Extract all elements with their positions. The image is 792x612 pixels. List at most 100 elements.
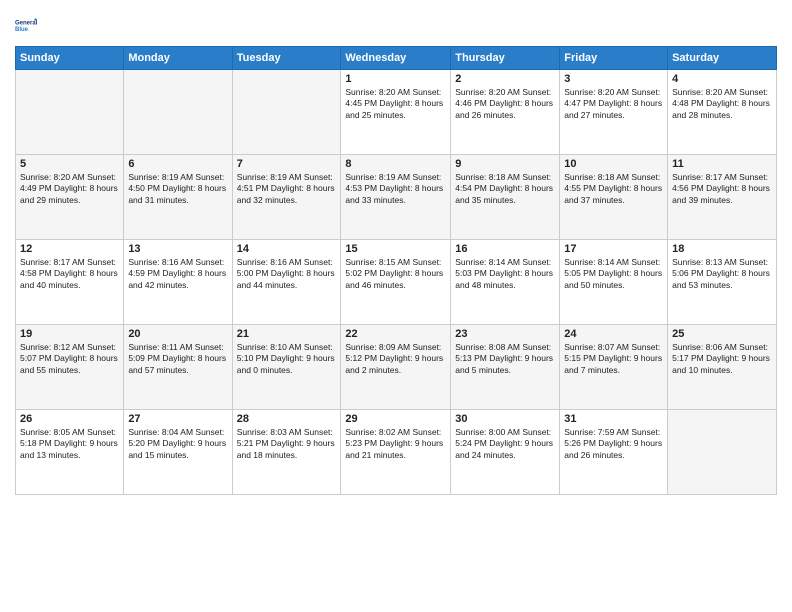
calendar-cell: 10 Sunrise: 8:18 AM Sunset: 4:55 PM Dayli… (560, 155, 668, 240)
day-info: Sunrise: 8:20 AM Sunset: 4:49 PM Dayligh… (20, 172, 119, 206)
day-number: 13 (128, 243, 227, 255)
day-number: 24 (564, 328, 663, 340)
calendar-cell: 8Sunrise: 8:19 AM Sunset: 4:53 PM Daylig… (341, 155, 451, 240)
day-number: 4 (672, 73, 772, 85)
day-number: 20 (128, 328, 227, 340)
calendar-cell: 21Sunrise: 8:10 AM Sunset: 5:10 PM Dayli… (232, 325, 341, 410)
calendar-cell: 20 Sunrise: 8:11 AM Sunset: 5:09 PM Dayli… (124, 325, 232, 410)
weekday-header: Thursday (451, 47, 560, 70)
calendar-cell: 7 Sunrise: 8:19 AM Sunset: 4:51 PM Daylig… (232, 155, 341, 240)
weekday-header: Tuesday (232, 47, 341, 70)
calendar-cell: 18Sunrise: 8:13 AM Sunset: 5:06 PM Dayli… (668, 240, 777, 325)
weekday-header: Friday (560, 47, 668, 70)
weekday-header: Monday (124, 47, 232, 70)
calendar-cell: 2 Sunrise: 8:20 AM Sunset: 4:46 PM Daylig… (451, 70, 560, 155)
calendar-cell: 9Sunrise: 8:18 AM Sunset: 4:54 PM Daylig… (451, 155, 560, 240)
calendar-cell (16, 70, 124, 155)
day-info: Sunrise: 8:19 AM Sunset: 4:50 PM Dayligh… (128, 172, 227, 206)
day-number: 19 (20, 328, 119, 340)
weekday-header: Sunday (16, 47, 124, 70)
day-number: 30 (455, 413, 555, 425)
day-info: Sunrise: 8:10 AM Sunset: 5:10 PM Dayligh… (237, 342, 337, 376)
day-info: Sunrise: 8:14 AM Sunset: 5:03 PM Dayligh… (455, 257, 555, 291)
day-number: 12 (20, 243, 119, 255)
calendar-cell: 25 Sunrise: 8:06 AM Sunset: 5:17 PM Dayli… (668, 325, 777, 410)
day-number: 3 (564, 73, 663, 85)
day-number: 26 (20, 413, 119, 425)
calendar-week-row: 26 Sunrise: 8:05 AM Sunset: 5:18 PM Dayli… (16, 410, 777, 495)
logo-icon: GeneralBlue (15, 10, 45, 40)
day-number: 25 (672, 328, 772, 340)
day-info: Sunrise: 8:11 AM Sunset: 5:09 PM Dayligh… (128, 342, 227, 376)
calendar-week-row: 5 Sunrise: 8:20 AM Sunset: 4:49 PM Daylig… (16, 155, 777, 240)
day-info: Sunrise: 8:09 AM Sunset: 5:12 PM Dayligh… (345, 342, 446, 376)
day-number: 31 (564, 413, 663, 425)
day-number: 17 (564, 243, 663, 255)
day-number: 10 (564, 158, 663, 170)
day-number: 7 (237, 158, 337, 170)
day-info: Sunrise: 8:18 AM Sunset: 4:54 PM Dayligh… (455, 172, 555, 206)
day-info: Sunrise: 8:02 AM Sunset: 5:23 PM Dayligh… (345, 427, 446, 461)
calendar-cell: 31 Sunrise: 7:59 AM Sunset: 5:26 PM Dayli… (560, 410, 668, 495)
calendar-cell: 28 Sunrise: 8:03 AM Sunset: 5:21 PM Dayli… (232, 410, 341, 495)
day-number: 6 (128, 158, 227, 170)
day-info: Sunrise: 8:00 AM Sunset: 5:24 PM Dayligh… (455, 427, 555, 461)
day-info: Sunrise: 8:18 AM Sunset: 4:55 PM Dayligh… (564, 172, 663, 206)
day-number: 22 (345, 328, 446, 340)
day-info: Sunrise: 7:59 AM Sunset: 5:26 PM Dayligh… (564, 427, 663, 461)
day-number: 15 (345, 243, 446, 255)
weekday-header: Wednesday (341, 47, 451, 70)
day-info: Sunrise: 8:12 AM Sunset: 5:07 PM Dayligh… (20, 342, 119, 376)
calendar-cell: 30 Sunrise: 8:00 AM Sunset: 5:24 PM Dayli… (451, 410, 560, 495)
day-number: 5 (20, 158, 119, 170)
calendar-cell: 26 Sunrise: 8:05 AM Sunset: 5:18 PM Dayli… (16, 410, 124, 495)
calendar-cell: 13 Sunrise: 8:16 AM Sunset: 4:59 PM Dayli… (124, 240, 232, 325)
calendar-cell: 14Sunrise: 8:16 AM Sunset: 5:00 PM Dayli… (232, 240, 341, 325)
day-info: Sunrise: 8:07 AM Sunset: 5:15 PM Dayligh… (564, 342, 663, 376)
day-number: 1 (345, 73, 446, 85)
calendar-cell: 19 Sunrise: 8:12 AM Sunset: 5:07 PM Dayli… (16, 325, 124, 410)
calendar-header-row: SundayMondayTuesdayWednesdayThursdayFrid… (16, 47, 777, 70)
day-number: 8 (345, 158, 446, 170)
day-number: 2 (455, 73, 555, 85)
calendar-cell: 17Sunrise: 8:14 AM Sunset: 5:05 PM Dayli… (560, 240, 668, 325)
day-info: Sunrise: 8:03 AM Sunset: 5:21 PM Dayligh… (237, 427, 337, 461)
svg-text:General: General (15, 20, 38, 26)
calendar-cell: 3Sunrise: 8:20 AM Sunset: 4:47 PM Daylig… (560, 70, 668, 155)
day-info: Sunrise: 8:06 AM Sunset: 5:17 PM Dayligh… (672, 342, 772, 376)
day-info: Sunrise: 8:05 AM Sunset: 5:18 PM Dayligh… (20, 427, 119, 461)
day-number: 27 (128, 413, 227, 425)
calendar-cell (124, 70, 232, 155)
day-number: 16 (455, 243, 555, 255)
day-info: Sunrise: 8:20 AM Sunset: 4:46 PM Dayligh… (455, 87, 555, 121)
calendar-cell: 24 Sunrise: 8:07 AM Sunset: 5:15 PM Dayli… (560, 325, 668, 410)
day-info: Sunrise: 8:20 AM Sunset: 4:48 PM Dayligh… (672, 87, 772, 121)
calendar-week-row: 12Sunrise: 8:17 AM Sunset: 4:58 PM Dayli… (16, 240, 777, 325)
calendar-cell (232, 70, 341, 155)
logo: GeneralBlue (15, 10, 45, 40)
day-number: 11 (672, 158, 772, 170)
calendar-cell: 15 Sunrise: 8:15 AM Sunset: 5:02 PM Dayli… (341, 240, 451, 325)
calendar-cell: 11Sunrise: 8:17 AM Sunset: 4:56 PM Dayli… (668, 155, 777, 240)
calendar-cell: 27Sunrise: 8:04 AM Sunset: 5:20 PM Dayli… (124, 410, 232, 495)
day-number: 29 (345, 413, 446, 425)
day-info: Sunrise: 8:15 AM Sunset: 5:02 PM Dayligh… (345, 257, 446, 291)
header: GeneralBlue (15, 10, 777, 40)
day-number: 28 (237, 413, 337, 425)
day-info: Sunrise: 8:19 AM Sunset: 4:51 PM Dayligh… (237, 172, 337, 206)
svg-text:Blue: Blue (15, 27, 29, 33)
calendar-cell: 5 Sunrise: 8:20 AM Sunset: 4:49 PM Daylig… (16, 155, 124, 240)
calendar-week-row: 1 Sunrise: 8:20 AM Sunset: 4:45 PM Daylig… (16, 70, 777, 155)
calendar-cell: 4 Sunrise: 8:20 AM Sunset: 4:48 PM Daylig… (668, 70, 777, 155)
calendar-cell: 23Sunrise: 8:08 AM Sunset: 5:13 PM Dayli… (451, 325, 560, 410)
calendar-table: SundayMondayTuesdayWednesdayThursdayFrid… (15, 46, 777, 495)
day-info: Sunrise: 8:20 AM Sunset: 4:45 PM Dayligh… (345, 87, 446, 121)
calendar-cell (668, 410, 777, 495)
calendar-cell: 16 Sunrise: 8:14 AM Sunset: 5:03 PM Dayli… (451, 240, 560, 325)
day-info: Sunrise: 8:16 AM Sunset: 4:59 PM Dayligh… (128, 257, 227, 291)
day-number: 23 (455, 328, 555, 340)
day-number: 14 (237, 243, 337, 255)
calendar-cell: 22 Sunrise: 8:09 AM Sunset: 5:12 PM Dayli… (341, 325, 451, 410)
calendar-cell: 6 Sunrise: 8:19 AM Sunset: 4:50 PM Daylig… (124, 155, 232, 240)
day-number: 18 (672, 243, 772, 255)
